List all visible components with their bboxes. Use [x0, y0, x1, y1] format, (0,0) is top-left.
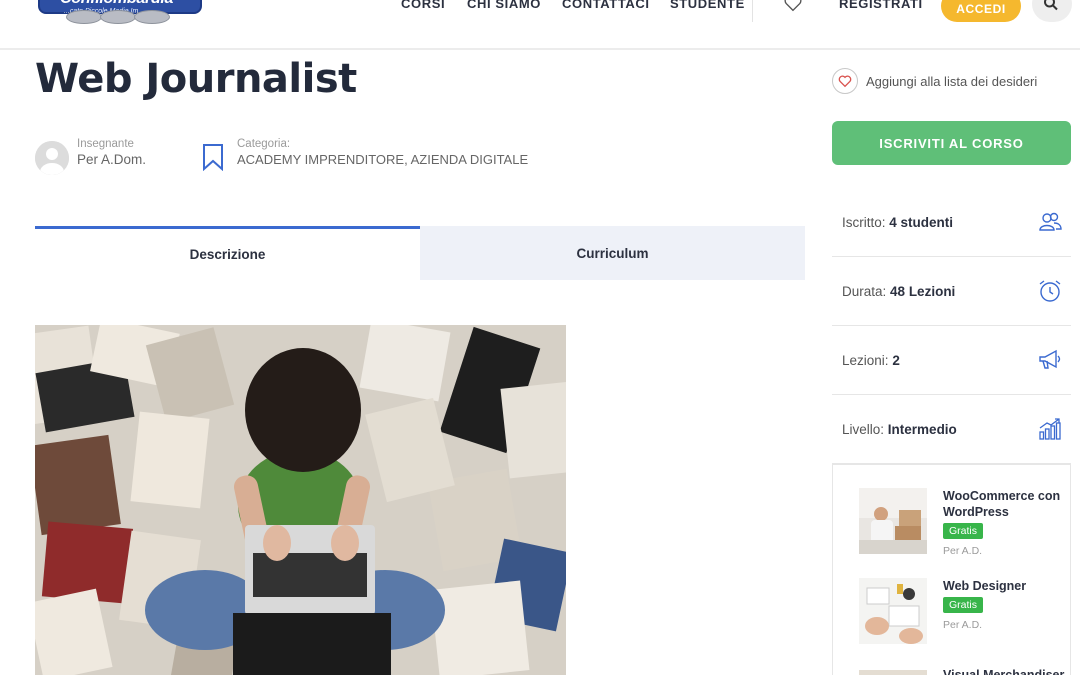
search-icon: [1044, 0, 1058, 11]
nav-contattaci[interactable]: CONTATTACI: [562, 0, 650, 11]
site-header: Confilombardia ...cato Piccole Medie Im.…: [0, 0, 1080, 50]
info-duration: Durata: 48 Lezioni: [832, 257, 1071, 326]
course-thumbnail[interactable]: [859, 578, 927, 644]
avatar-placeholder-icon: [35, 141, 69, 175]
tab-curriculum[interactable]: Curriculum: [420, 226, 805, 280]
enroll-button[interactable]: ISCRIVITI AL CORSO: [832, 121, 1071, 165]
related-course-item[interactable]: Web Designer Gratis Per A.D.: [859, 578, 1069, 648]
info-value: 48 Lezioni: [890, 283, 956, 299]
teacher-avatar: [35, 141, 69, 175]
course-thumbnail[interactable]: [859, 667, 927, 675]
nav-separator: [752, 0, 753, 22]
search-button[interactable]: [1032, 0, 1072, 22]
site-logo[interactable]: Confilombardia ...cato Piccole Medie Im.…: [38, 0, 202, 32]
info-label: Livello:: [842, 421, 885, 437]
info-label: Iscritto:: [842, 214, 886, 230]
tab-descrizione[interactable]: Descrizione: [35, 226, 420, 280]
bar-chart-icon: [1039, 418, 1061, 440]
info-enrolled: Iscritto: 4 studenti: [832, 188, 1071, 257]
course-thumbnail[interactable]: [859, 488, 927, 554]
wishlist-heart-icon[interactable]: [782, 0, 804, 14]
related-courses: WooCommerce con WordPress Gratis Per A.D…: [832, 464, 1071, 675]
course-title[interactable]: WooCommerce con WordPress: [943, 488, 1069, 520]
course-title[interactable]: Visual Merchandiser: [943, 667, 1069, 675]
nav-chi-siamo[interactable]: CHI SIAMO: [467, 0, 541, 11]
nav-corsi[interactable]: CORSI: [401, 0, 445, 11]
teacher-label: Insegnante: [77, 138, 134, 150]
info-level: Livello: Intermedio: [832, 395, 1071, 464]
info-value: 2: [892, 352, 900, 368]
nav-studente[interactable]: STUDENTE: [670, 0, 745, 11]
info-label: Durata:: [842, 283, 887, 299]
course-author: Per A.D.: [943, 619, 983, 631]
category-label: Categoria:: [237, 138, 291, 150]
alarm-clock-icon: [1039, 280, 1061, 302]
info-label: Lezioni:: [842, 352, 889, 368]
logo-text: Confilombardia: [60, 0, 173, 8]
course-title: Web Journalist: [35, 56, 357, 102]
wishlist-label: Aggiungi alla lista dei desideri: [866, 73, 1038, 89]
category-value[interactable]: ACADEMY IMPRENDITORE, AZIENDA DIGITALE: [237, 152, 528, 167]
teacher-name[interactable]: Per A.Dom.: [77, 152, 146, 167]
free-badge: Gratis: [943, 523, 984, 539]
free-badge: Gratis: [943, 597, 984, 613]
students-icon: [1039, 212, 1062, 231]
wishlist-link[interactable]: Aggiungi alla lista dei desideri: [832, 68, 1037, 94]
bookmark-icon: [203, 144, 223, 171]
related-course-item[interactable]: WooCommerce con WordPress Gratis Per A.D…: [859, 488, 1069, 558]
related-course-item[interactable]: Visual Merchandiser: [859, 667, 1069, 675]
course-image: [35, 325, 566, 675]
course-author: Per A.D.: [943, 545, 983, 557]
megaphone-icon: [1039, 349, 1061, 369]
heart-icon: [832, 68, 858, 94]
course-title[interactable]: Web Designer: [943, 578, 1069, 594]
info-value: Intermedio: [887, 421, 957, 437]
info-value: 4 studenti: [889, 214, 954, 230]
info-lessons: Lezioni: 2: [832, 326, 1071, 395]
accedi-button[interactable]: ACCEDI: [941, 0, 1021, 22]
nav-registrati[interactable]: REGISTRATI: [839, 0, 923, 11]
